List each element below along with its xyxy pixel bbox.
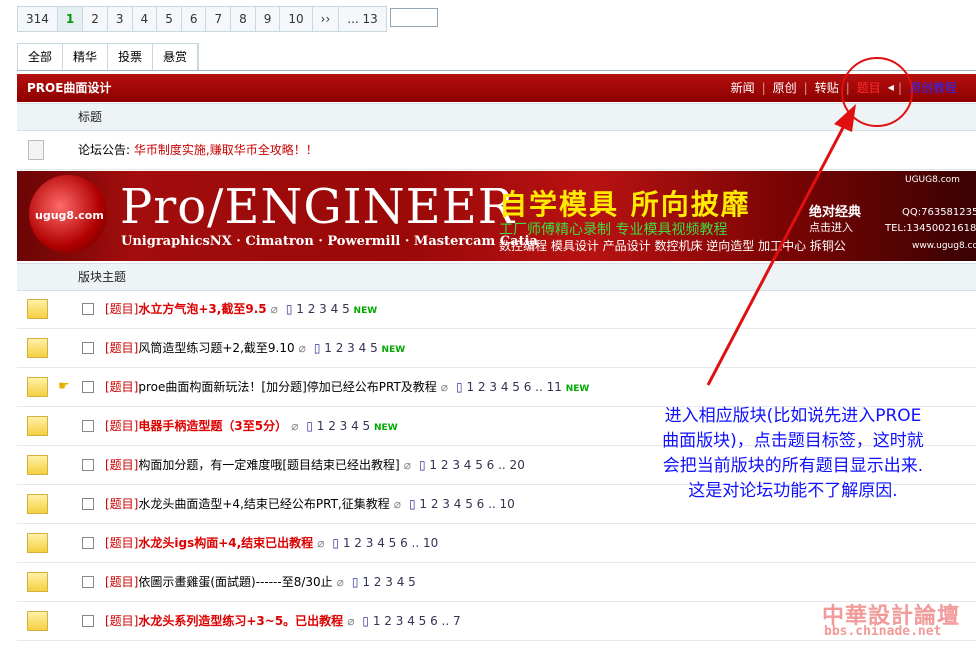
callout-line: 会把当前版块的所有题目显示出来.: [662, 456, 924, 476]
callout-line: 进入相应版块(比如说先进入PROE: [664, 406, 922, 426]
watermark-url: bbs.chinade.net: [824, 624, 942, 639]
watermark: 中華設計論壇 bbs.chinade.net: [822, 598, 970, 646]
callout-line: 曲面版块)，点击题目标签，这时就: [662, 431, 924, 451]
annotation-overlay: [706, 57, 913, 386]
callout-line: 这是对论坛功能不了解原因.: [688, 481, 898, 501]
annotation-callout: 进入相应版块(比如说先进入PROE 曲面版块)，点击题目标签，这时就 会把当前版…: [612, 404, 974, 504]
annotation-arrow: [706, 121, 848, 386]
